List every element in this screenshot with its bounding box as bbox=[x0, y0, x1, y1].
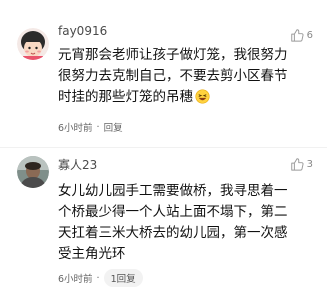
timestamp: 6小时前 bbox=[58, 274, 93, 285]
comment-text-line: 受主角光环 bbox=[58, 246, 126, 262]
like-button[interactable]: 6 bbox=[290, 27, 313, 43]
comment-text-line: 时挂的那些灯笼的吊穗 bbox=[58, 87, 316, 111]
comment-item: fay0916 6 元宵那会老师让孩子做灯笼，我很努力 很努力去克制自己，不要去… bbox=[0, 0, 327, 148]
photo-avatar-icon bbox=[17, 156, 49, 188]
reply-button[interactable]: 回复 bbox=[104, 120, 123, 134]
comment-text-line: 女儿幼儿园手工需要做桥，我寻思着一 bbox=[58, 183, 288, 199]
username[interactable]: 寡人23 bbox=[58, 156, 97, 173]
meta-separator: · bbox=[96, 272, 100, 284]
meta-separator: · bbox=[96, 121, 100, 133]
comment-text-segment: 时挂的那些灯笼的吊穗 bbox=[58, 89, 193, 105]
comment-text-line: 个桥最少得一个人站上面不塌下，第二 bbox=[58, 204, 288, 220]
reply-button[interactable]: 1回复 bbox=[103, 269, 143, 287]
avatar[interactable] bbox=[17, 156, 49, 188]
comment-text: 女儿幼儿园手工需要做桥，我寻思着一 个桥最少得一个人站上面不塌下，第二 天扛着三… bbox=[58, 181, 316, 265]
timestamp: 6小时前 bbox=[58, 123, 93, 134]
like-button[interactable]: 3 bbox=[290, 156, 313, 172]
laughing-emoji-icon bbox=[195, 89, 210, 111]
avatar[interactable] bbox=[17, 28, 49, 60]
like-count: 3 bbox=[306, 158, 313, 170]
comment-item: 寡人23 3 女儿幼儿园手工需要做桥，我寻思着一 个桥最少得一个人站上面不塌下，… bbox=[0, 148, 327, 299]
thumbs-up-icon bbox=[290, 158, 304, 171]
cartoon-girl-avatar-icon bbox=[17, 28, 49, 60]
comment-text-line: 很努力去克制自己，不要去剪小区春节 bbox=[58, 68, 288, 84]
comment-text: 元宵那会老师让孩子做灯笼，我很努力 很努力去克制自己，不要去剪小区春节 时挂的那… bbox=[58, 45, 316, 111]
thumbs-up-icon bbox=[290, 29, 304, 42]
comment-meta: 6小时前 · 回复 bbox=[58, 120, 123, 135]
comment-text-line: 天扛着三米大桥去的幼儿园，第一次感 bbox=[58, 225, 288, 241]
username[interactable]: fay0916 bbox=[58, 24, 107, 38]
like-count: 6 bbox=[306, 29, 313, 41]
comment-meta: 6小时前 · 1回复 bbox=[58, 269, 143, 287]
comment-text-line: 元宵那会老师让孩子做灯笼，我很努力 bbox=[58, 47, 288, 63]
